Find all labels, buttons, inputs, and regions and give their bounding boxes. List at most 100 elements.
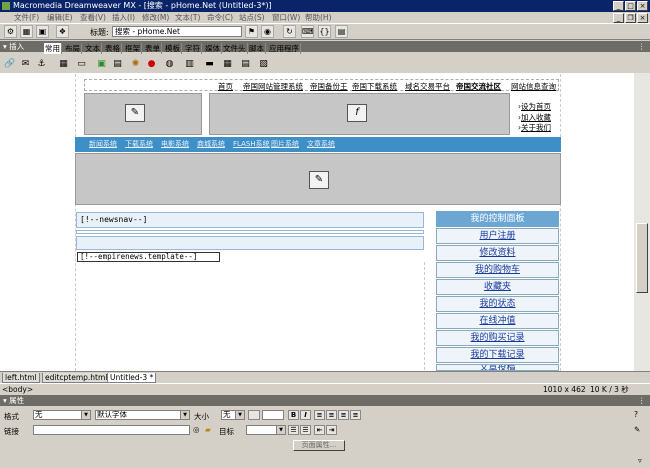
text-color-input[interactable] — [262, 410, 284, 420]
top-link-cms[interactable]: 帝国网站管理系统 — [243, 81, 303, 92]
link-input[interactable] — [33, 425, 190, 435]
cp-status[interactable]: 我的状态 — [436, 296, 559, 312]
menu-commands[interactable]: 命令(C) — [207, 12, 233, 23]
shockwave-icon[interactable]: ◍ — [164, 59, 175, 70]
menu-site[interactable]: 站点(S) — [239, 12, 265, 23]
cp-favorites[interactable]: 收藏夹 — [436, 279, 559, 295]
channel-link-download[interactable]: 下载系统 — [125, 137, 153, 152]
split-view-icon[interactable]: ▦ — [20, 25, 33, 38]
unordered-list-icon[interactable]: ☰ — [288, 425, 299, 435]
menu-help[interactable]: 帮助(H) — [305, 12, 332, 23]
window-size[interactable]: 1010 x 462 — [543, 384, 586, 395]
font-select[interactable]: 默认字体 ▼ — [95, 410, 190, 420]
channel-link-flash[interactable]: FLASH系统 — [233, 137, 270, 152]
hyperlink-icon[interactable]: 🔗 — [4, 59, 15, 70]
live-data-icon[interactable]: ❖ — [56, 25, 69, 38]
file-management-icon[interactable]: ⚑ — [245, 25, 258, 38]
outdent-icon[interactable]: ⇤ — [314, 425, 325, 435]
cp-edit-profile[interactable]: 修改资料 — [436, 245, 559, 261]
image-icon[interactable]: ▣ — [96, 59, 107, 70]
minimize-button[interactable]: _ — [613, 1, 624, 11]
top-link-community[interactable]: 帝国交流社区 — [456, 81, 501, 92]
justify-icon[interactable]: ≡ — [350, 410, 361, 420]
cp-register[interactable]: 用户注册 — [436, 228, 559, 244]
page-properties-button[interactable]: 页面属性... — [293, 440, 345, 451]
code-view-icon[interactable]: ⚙ — [4, 25, 17, 38]
menu-edit[interactable]: 编辑(E) — [47, 12, 73, 23]
format-select[interactable]: 无 ▼ — [33, 410, 91, 420]
close-button[interactable]: × — [637, 1, 648, 11]
menu-view[interactable]: 查看(V) — [80, 12, 106, 23]
top-link-info[interactable]: 网站信息查询 — [511, 81, 556, 92]
tab-layout[interactable]: 布局 — [64, 43, 82, 54]
point-to-file-icon[interactable]: ◎ — [193, 425, 200, 434]
tab-templates[interactable]: 模板 — [164, 43, 182, 54]
target-select[interactable]: ▼ — [246, 425, 286, 435]
refresh-icon[interactable]: ↻ — [283, 25, 296, 38]
doc-tab-editcptemp[interactable]: editcptemp.html — [42, 373, 111, 383]
tab-media[interactable]: 媒体 — [204, 43, 222, 54]
tab-common[interactable]: 常用 — [44, 43, 62, 54]
code-navigation-icon[interactable]: {} — [318, 25, 331, 38]
doc-restore-button[interactable]: ❐ — [625, 13, 636, 23]
image-placeholder-icon[interactable]: ▤ — [112, 59, 123, 70]
cp-cart[interactable]: 我的购物车 — [436, 262, 559, 278]
italic-button[interactable]: I — [300, 410, 311, 420]
cp-recharge[interactable]: 在线冲值 — [436, 313, 559, 329]
tab-text[interactable]: 文本 — [84, 43, 102, 54]
tab-characters[interactable]: 字符 — [184, 43, 202, 54]
top-link-home[interactable]: 首页 — [218, 81, 233, 92]
draw-layer-icon[interactable]: ▭ — [76, 59, 87, 70]
tab-frames[interactable]: 框架 — [124, 43, 142, 54]
indent-icon[interactable]: ⇥ — [326, 425, 337, 435]
named-anchor-icon[interactable]: ⚓ — [36, 59, 47, 70]
cp-submit-article[interactable]: 文章投稿 — [436, 364, 559, 371]
date-icon[interactable]: ▦ — [222, 59, 233, 70]
email-link-icon[interactable]: ✉ — [20, 59, 31, 70]
channel-link-news[interactable]: 新闻系统 — [89, 137, 117, 152]
vertical-scrollbar[interactable] — [634, 73, 650, 371]
channel-link-photo[interactable]: 图片系统 — [271, 137, 299, 152]
menu-insert[interactable]: 插入(I) — [112, 12, 135, 23]
side-link-about[interactable]: ›关于我们 — [518, 122, 551, 133]
flash-icon[interactable]: ● — [146, 59, 157, 70]
ordered-list-icon[interactable]: ☰ — [300, 425, 311, 435]
align-left-icon[interactable]: ≡ — [314, 410, 325, 420]
properties-panel-header[interactable]: ▾ 属性 ⋮ — [0, 395, 650, 406]
tabular-data-icon[interactable]: ▤ — [240, 59, 251, 70]
size-select[interactable]: 无 ▼ — [221, 410, 245, 420]
expand-icon[interactable]: ▿ — [638, 456, 642, 465]
tab-tables[interactable]: 表格 — [104, 43, 122, 54]
top-link-domain[interactable]: 域名交易平台 — [405, 81, 450, 92]
menu-file[interactable]: 文件(F) — [14, 12, 39, 23]
browse-folder-icon[interactable]: ▰ — [205, 425, 211, 434]
channel-link-shop[interactable]: 商城系统 — [197, 137, 225, 152]
bold-button[interactable]: B — [288, 410, 299, 420]
table-icon[interactable]: ▦ — [58, 59, 69, 70]
tab-forms[interactable]: 表单 — [144, 43, 162, 54]
top-link-backup[interactable]: 帝国备份王 — [310, 81, 348, 92]
reference-icon[interactable]: ⌨ — [301, 25, 314, 38]
doc-tab-untitled[interactable]: Untitled-3 * — [107, 373, 157, 383]
comment-icon[interactable]: ▧ — [258, 59, 269, 70]
cp-download-history[interactable]: 我的下载记录 — [436, 347, 559, 363]
menu-text[interactable]: 文本(T) — [175, 12, 200, 23]
tab-script[interactable]: 脚本 — [248, 43, 266, 54]
navigation-bar-icon[interactable]: ▥ — [184, 59, 195, 70]
doc-close-button[interactable]: × — [637, 13, 648, 23]
text-color-picker[interactable] — [248, 410, 260, 420]
cp-purchase-history[interactable]: 我的购买记录 — [436, 330, 559, 346]
view-options-icon[interactable]: ▤ — [335, 25, 348, 38]
channel-link-movie[interactable]: 电影系统 — [161, 137, 189, 152]
maximize-button[interactable]: □ — [625, 1, 636, 11]
properties-options-icon[interactable]: ⋮ — [638, 395, 646, 406]
doc-tab-left[interactable]: left.html — [2, 373, 40, 383]
preview-icon[interactable]: ◉ — [261, 25, 274, 38]
quick-tag-icon[interactable]: ✎ — [634, 425, 640, 434]
menu-window[interactable]: 窗口(W) — [272, 12, 300, 23]
align-right-icon[interactable]: ≡ — [338, 410, 349, 420]
menu-modify[interactable]: 修改(M) — [142, 12, 169, 23]
help-icon[interactable]: ? — [634, 410, 638, 419]
top-link-download[interactable]: 帝国下载系统 — [352, 81, 397, 92]
channel-link-article[interactable]: 文章系统 — [307, 137, 335, 152]
